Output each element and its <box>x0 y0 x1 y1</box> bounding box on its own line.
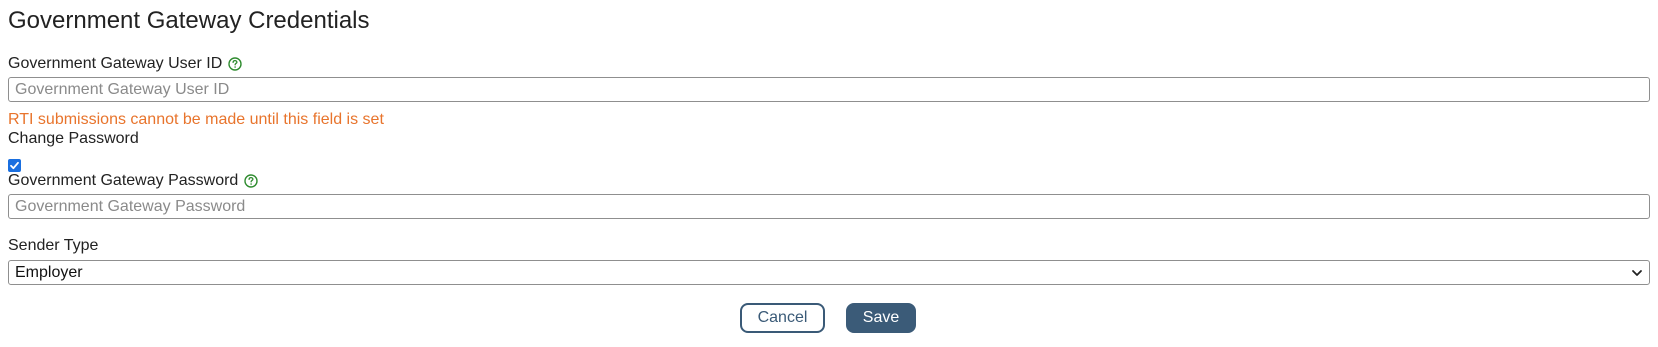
help-icon[interactable] <box>244 174 259 188</box>
user-id-warning: RTI submissions cannot be made until thi… <box>8 111 384 128</box>
save-button[interactable]: Save <box>846 303 916 333</box>
user-id-label: Government Gateway User ID <box>8 55 223 72</box>
change-password-label: Change Password <box>8 130 139 147</box>
sender-type-select[interactable]: Employer <box>8 260 1650 285</box>
checkmark-icon <box>10 161 19 170</box>
password-label-row: Government Gateway Password <box>8 171 259 191</box>
help-icon[interactable] <box>228 57 242 71</box>
password-input[interactable] <box>8 194 1650 219</box>
user-id-label-row: Government Gateway User ID <box>8 54 242 74</box>
password-label: Government Gateway Password <box>8 172 239 189</box>
credentials-form: Government Gateway Credentials Governmen… <box>0 0 1658 347</box>
change-password-label-row: Change Password <box>8 129 139 149</box>
user-id-input[interactable] <box>8 77 1650 102</box>
sender-type-label: Sender Type <box>8 237 99 254</box>
chevron-down-icon <box>1631 267 1643 279</box>
sender-type-label-row: Sender Type <box>8 236 98 256</box>
sender-type-selected-value: Employer <box>15 263 83 281</box>
page-title: Government Gateway Credentials <box>8 7 370 34</box>
cancel-button[interactable]: Cancel <box>740 303 825 333</box>
